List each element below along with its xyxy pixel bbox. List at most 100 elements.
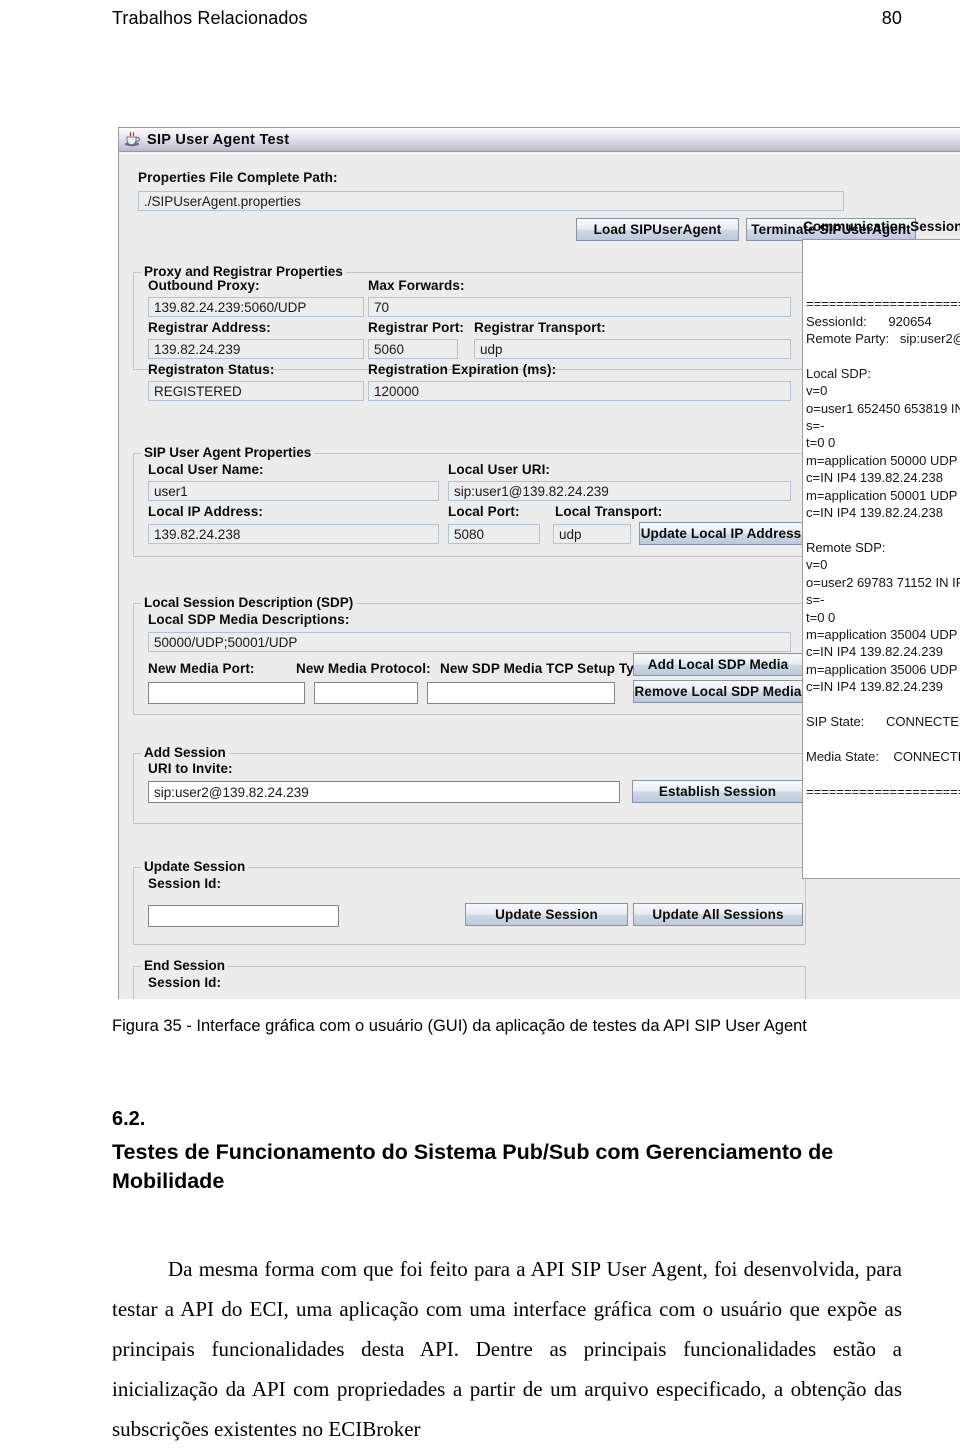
session-line: SIP State: CONNECTED <box>806 713 960 729</box>
session-line: s=- <box>806 418 825 434</box>
session-line: v=0 <box>806 557 828 573</box>
update-all-sessions-button[interactable]: Update All Sessions <box>633 903 803 926</box>
outbound-proxy-input[interactable]: 139.82.24.239:5060/UDP <box>148 297 364 317</box>
update-session-id-input[interactable] <box>148 905 339 927</box>
session-line: c=IN IP4 139.82.24.238 <box>806 470 943 486</box>
registrar-transport-label: Registrar Transport: <box>474 320 606 335</box>
local-sdp-media-descriptions-input[interactable]: 50000/UDP;50001/UDP <box>148 632 791 652</box>
sip-user-agent-properties-group-title: SIP User Agent Properties <box>141 445 315 460</box>
proxy-registrar-group-title: Proxy and Registrar Properties <box>141 264 346 279</box>
session-line: Remote Party: sip:user2@139.82.24.239 <box>806 331 960 347</box>
local-sdp-media-descriptions-label: Local SDP Media Descriptions: <box>148 612 350 627</box>
local-port-label: Local Port: <box>448 504 520 519</box>
registrar-port-label: Registrar Port: <box>368 320 465 335</box>
session-line: c=IN IP4 139.82.24.239 <box>806 644 943 660</box>
uri-to-invite-input[interactable]: sip:user2@139.82.24.239 <box>148 781 620 803</box>
add-session-group: Add Session URI to Invite: sip:user2@139… <box>133 745 806 824</box>
outbound-proxy-label: Outbound Proxy: <box>148 278 260 293</box>
local-ip-address-label: Local IP Address: <box>148 504 263 519</box>
session-line <box>806 730 960 747</box>
session-line <box>806 522 960 539</box>
body-paragraph: Da mesma forma com que foi feito para a … <box>112 1257 902 1441</box>
local-sdp-group: Local Session Description (SDP) Local SD… <box>133 595 806 715</box>
session-line <box>806 278 960 295</box>
new-media-port-input[interactable] <box>148 682 305 704</box>
figure-caption: Figura 35 - Interface gráfica com o usuá… <box>112 1017 807 1035</box>
update-local-ip-address-button[interactable]: Update Local IP Address <box>639 522 803 545</box>
communication-sessions-textarea[interactable]: ==============================SessionId:… <box>802 239 960 879</box>
end-session-group: End Session Session Id: End Session <box>133 958 806 999</box>
update-session-button[interactable]: Update Session <box>465 903 628 926</box>
update-session-id-label: Session Id: <box>148 876 222 891</box>
session-line <box>806 243 960 260</box>
new-sdp-media-tcp-setup-type-input[interactable] <box>427 682 615 704</box>
local-ip-address-input[interactable]: 139.82.24.238 <box>148 524 439 544</box>
registrar-port-input[interactable]: 5060 <box>368 339 458 359</box>
session-line: t=0 0 <box>806 435 836 451</box>
java-coffee-cup-icon <box>124 131 140 147</box>
session-line: v=0 <box>806 383 828 399</box>
local-sdp-group-title: Local Session Description (SDP) <box>141 595 357 610</box>
remove-local-sdp-media-button[interactable]: Remove Local SDP Media <box>633 680 803 703</box>
session-line <box>806 696 960 713</box>
new-media-port-label: New Media Port: <box>148 661 255 676</box>
local-user-name-input[interactable]: user1 <box>148 481 439 501</box>
uri-to-invite-label: URI to Invite: <box>148 761 233 776</box>
update-session-group: Update Session Session Id: Update Sessio… <box>133 859 806 945</box>
session-line: Media State: CONNECTED <box>806 748 960 764</box>
session-line: c=IN IP4 139.82.24.239 <box>806 679 943 695</box>
local-transport-label: Local Transport: <box>555 504 663 519</box>
window-content: Properties File Complete Path: ./SIPUser… <box>119 153 960 999</box>
session-line: Local SDP: <box>806 365 872 381</box>
update-session-group-title: Update Session <box>141 859 249 874</box>
local-transport-input[interactable]: udp <box>553 524 631 544</box>
session-line: o=user2 69783 71152 IN IP4 139.82.24.239 <box>806 574 960 590</box>
local-port-input[interactable]: 5080 <box>448 524 540 544</box>
application-window: SIP User Agent Test Properties File Comp… <box>118 127 960 999</box>
properties-path-input[interactable]: ./SIPUserAgent.properties <box>138 191 844 211</box>
figure-screenshot: SIP User Agent Test Properties File Comp… <box>118 127 960 999</box>
session-line: o=user1 652450 653819 IN IP4 139.82.24.2… <box>806 400 960 416</box>
registration-expiration-input[interactable]: 120000 <box>368 381 791 401</box>
local-user-uri-input[interactable]: sip:user1@139.82.24.239 <box>448 481 791 501</box>
registration-status-label: Registraton Status: <box>148 362 275 377</box>
session-line: m=application 35006 UDP app <box>806 661 958 677</box>
session-line: m=application 35004 UDP app <box>806 626 958 642</box>
session-line <box>806 260 960 277</box>
add-session-group-title: Add Session <box>141 745 229 760</box>
session-line <box>806 347 960 364</box>
session-line: m=application 50000 UDP app <box>806 452 958 468</box>
session-line: t=0 0 <box>806 609 836 625</box>
session-line: m=application 50001 UDP app <box>806 487 958 503</box>
new-media-protocol-input[interactable] <box>314 682 418 704</box>
communication-sessions-label: Communication Sessions: <box>803 219 960 234</box>
page-number: 80 <box>881 8 902 28</box>
local-user-name-label: Local User Name: <box>148 462 264 477</box>
establish-session-button[interactable]: Establish Session <box>632 780 803 803</box>
window-titlebar: SIP User Agent Test <box>119 128 960 152</box>
section-title: Testes de Funcionamento do Sistema Pub/S… <box>112 1140 834 1193</box>
max-forwards-input[interactable]: 70 <box>368 297 791 317</box>
properties-path-label: Properties File Complete Path: <box>138 170 338 185</box>
registrar-transport-input[interactable]: udp <box>474 339 791 359</box>
add-local-sdp-media-button[interactable]: Add Local SDP Media <box>633 653 803 676</box>
session-line: SessionId: 920654 <box>806 313 932 329</box>
running-head-title: Trabalhos Relacionados <box>112 8 308 28</box>
session-line <box>806 765 960 782</box>
registration-expiration-label: Registration Expiration (ms): <box>368 362 557 377</box>
load-sipuseragent-button[interactable]: Load SIPUserAgent <box>576 218 739 241</box>
registrar-address-input[interactable]: 139.82.24.239 <box>148 339 364 359</box>
local-user-uri-label: Local User URI: <box>448 462 551 477</box>
session-line: s=- <box>806 592 825 608</box>
max-forwards-label: Max Forwards: <box>368 278 465 293</box>
sip-user-agent-properties-group: SIP User Agent Properties Local User Nam… <box>133 445 806 557</box>
session-line: Remote SDP: <box>806 539 886 555</box>
window-title: SIP User Agent Test <box>147 131 290 148</box>
registrar-address-label: Registrar Address: <box>148 320 271 335</box>
new-sdp-media-tcp-setup-type-label: New SDP Media TCP Setup Type: <box>440 661 655 676</box>
proxy-registrar-group: Proxy and Registrar Properties Outbound … <box>133 264 806 401</box>
new-media-protocol-label: New Media Protocol: <box>296 661 431 676</box>
end-session-group-title: End Session <box>141 958 229 973</box>
section-number: 6.2. <box>112 1108 146 1130</box>
registration-status-input[interactable]: REGISTERED <box>148 381 364 401</box>
